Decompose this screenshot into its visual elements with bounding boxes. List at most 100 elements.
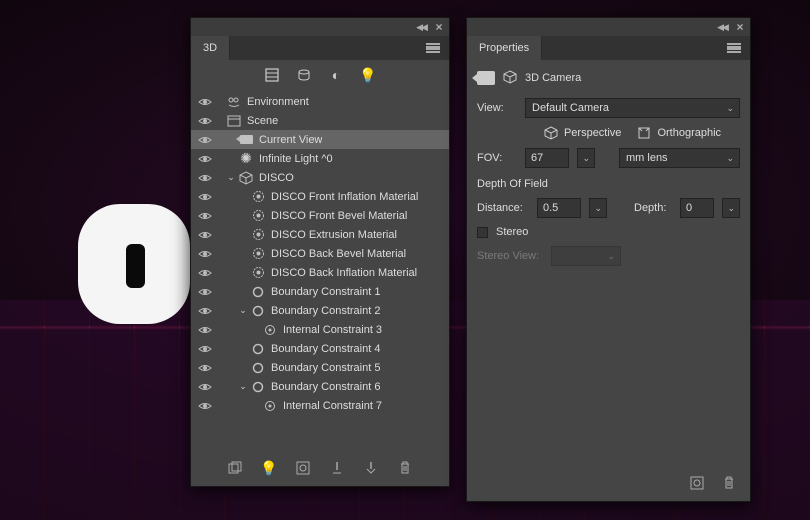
visibility-eye-icon[interactable]	[197, 227, 213, 243]
expand-arrow-icon[interactable]: ⌄	[237, 381, 249, 393]
fov-input[interactable]: 67	[525, 148, 569, 168]
tree-row[interactable]: Boundary Constraint 4	[191, 339, 449, 358]
target-icon	[261, 321, 279, 339]
tree-row[interactable]: Current View	[191, 130, 449, 149]
expand-arrow-icon[interactable]: ⌄	[237, 305, 249, 317]
tree-row[interactable]: DISCO Front Inflation Material	[191, 187, 449, 206]
tree-row[interactable]: Boundary Constraint 5	[191, 358, 449, 377]
visibility-eye-icon[interactable]	[197, 208, 213, 224]
tree-row-label: DISCO Back Inflation Material	[271, 267, 417, 279]
tree-row[interactable]: Boundary Constraint 1	[191, 282, 449, 301]
visibility-eye-icon[interactable]	[197, 246, 213, 262]
light-icon: ✺	[237, 150, 255, 168]
depth-label: Depth:	[634, 202, 672, 214]
tree-row-label: Boundary Constraint 6	[271, 381, 380, 393]
distance-stepper[interactable]: ⌄	[589, 198, 607, 218]
distance-input[interactable]: 0.5	[537, 198, 581, 218]
chevron-down-icon: ⌄	[726, 153, 734, 164]
ring-icon	[249, 302, 267, 320]
tab-properties[interactable]: Properties	[467, 36, 542, 60]
tree-row-label: Boundary Constraint 2	[271, 305, 380, 317]
visibility-eye-icon[interactable]	[197, 170, 213, 186]
visibility-eye-icon[interactable]	[197, 284, 213, 300]
panel-menu-icon[interactable]	[726, 40, 742, 56]
tree-row[interactable]: DISCO Back Inflation Material	[191, 263, 449, 282]
footer-camera-add-icon[interactable]	[294, 459, 312, 477]
toolbar-btn-3[interactable]: ◐	[327, 66, 345, 84]
footer-bulb-icon[interactable]: 💡	[260, 459, 278, 477]
cube-icon	[637, 126, 651, 140]
env-icon	[225, 93, 243, 111]
depth-stepper[interactable]: ⌄	[722, 198, 740, 218]
mesh-small-icon	[503, 70, 517, 87]
orthographic-toggle[interactable]: Orthographic	[637, 126, 721, 140]
render-icon[interactable]	[688, 474, 706, 492]
view-select[interactable]: Default Camera ⌄	[525, 98, 740, 118]
perspective-toggle[interactable]: Perspective	[544, 126, 621, 140]
stereo-label: Stereo	[496, 226, 528, 238]
cube-icon	[544, 126, 558, 140]
visibility-eye-icon[interactable]	[197, 113, 213, 129]
visibility-eye-icon[interactable]	[197, 398, 213, 414]
close-icon[interactable]: ×	[433, 21, 445, 33]
tree-row[interactable]: DISCO Back Bevel Material	[191, 244, 449, 263]
tree-row[interactable]: Internal Constraint 3	[191, 320, 449, 339]
mat-icon	[249, 264, 267, 282]
collapse-icon[interactable]: ◀◀	[415, 21, 427, 33]
panel-3d-footer: 💡	[191, 456, 449, 480]
tree-row-label: DISCO Back Bevel Material	[271, 248, 406, 260]
collapse-icon[interactable]: ◀◀	[716, 21, 728, 33]
scene-icon	[225, 112, 243, 130]
trash-icon[interactable]	[720, 474, 738, 492]
visibility-eye-icon[interactable]	[197, 265, 213, 281]
mat-icon	[249, 245, 267, 263]
visibility-eye-icon[interactable]	[197, 151, 213, 167]
toolbar-btn-2[interactable]	[295, 66, 313, 84]
footer-object-add-icon[interactable]	[362, 459, 380, 477]
panel-3d-toolbar: ◐ 💡	[191, 60, 449, 90]
tree-row[interactable]: ✺Infinite Light ^0	[191, 149, 449, 168]
close-icon[interactable]: ×	[734, 21, 746, 33]
visibility-eye-icon[interactable]	[197, 322, 213, 338]
toolbar-btn-4[interactable]: 💡	[359, 66, 377, 84]
depth-input[interactable]: 0	[680, 198, 714, 218]
stereo-checkbox[interactable]	[477, 227, 488, 238]
visibility-eye-icon[interactable]	[197, 379, 213, 395]
view-label: View:	[477, 102, 517, 114]
tree-row[interactable]: Scene	[191, 111, 449, 130]
tab-3d[interactable]: 3D	[191, 36, 230, 60]
visibility-eye-icon[interactable]	[197, 132, 213, 148]
panel-menu-icon[interactable]	[425, 40, 441, 56]
canvas-shape	[78, 204, 190, 324]
perspective-label: Perspective	[564, 127, 621, 139]
panel-3d-titlebar[interactable]: ◀◀ ×	[191, 18, 449, 36]
tree-row[interactable]: ⌄ Boundary Constraint 2	[191, 301, 449, 320]
tree-row[interactable]: DISCO Extrusion Material	[191, 225, 449, 244]
tree-row-label: Boundary Constraint 1	[271, 286, 380, 298]
toolbar-btn-1[interactable]	[263, 66, 281, 84]
tree-row[interactable]: ⌄DISCO	[191, 168, 449, 187]
tree-row-label: DISCO Front Inflation Material	[271, 191, 418, 203]
orthographic-label: Orthographic	[657, 127, 721, 139]
tree-row[interactable]: Environment	[191, 92, 449, 111]
footer-light-add-icon[interactable]	[328, 459, 346, 477]
tree-row[interactable]: ⌄ Boundary Constraint 6	[191, 377, 449, 396]
visibility-eye-icon[interactable]	[197, 303, 213, 319]
visibility-eye-icon[interactable]	[197, 189, 213, 205]
fov-stepper[interactable]: ⌄	[577, 148, 595, 168]
stereo-view-select: ⌄	[551, 246, 621, 266]
visibility-eye-icon[interactable]	[197, 341, 213, 357]
panel-properties-titlebar[interactable]: ◀◀ ×	[467, 18, 750, 36]
footer-layers-icon[interactable]	[226, 459, 244, 477]
tree-row[interactable]: DISCO Front Bevel Material	[191, 206, 449, 225]
expand-arrow-icon[interactable]: ⌄	[225, 172, 237, 184]
visibility-eye-icon[interactable]	[197, 360, 213, 376]
camera-icon	[477, 71, 495, 85]
target-icon	[261, 397, 279, 415]
tree-row[interactable]: Internal Constraint 7	[191, 396, 449, 415]
visibility-eye-icon[interactable]	[197, 94, 213, 110]
fov-unit-value: mm lens	[626, 152, 668, 164]
fov-unit-select[interactable]: mm lens ⌄	[619, 148, 740, 168]
footer-trash-icon[interactable]	[396, 459, 414, 477]
dof-section-header: Depth Of Field	[477, 178, 740, 190]
